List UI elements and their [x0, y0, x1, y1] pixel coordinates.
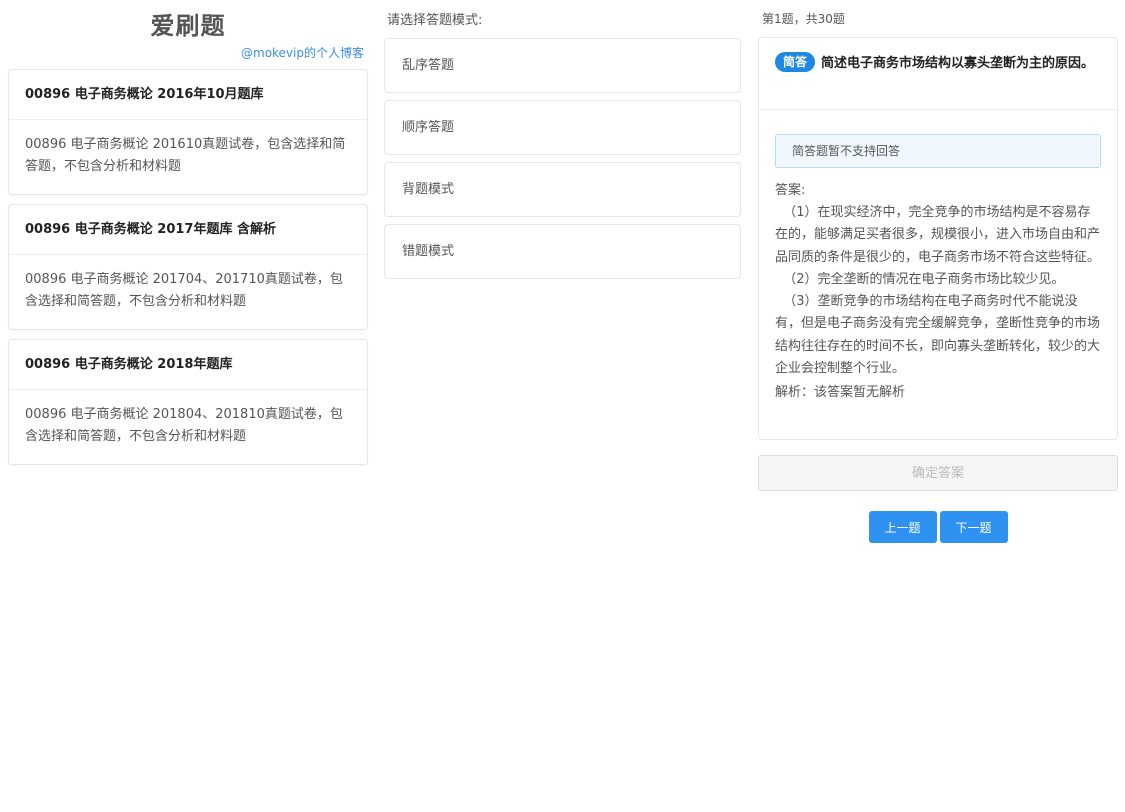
question-header: 简答 简述电子商务市场结构以寡头垄断为主的原因。 [759, 38, 1117, 110]
mode-prompt: 请选择答题模式: [387, 13, 483, 28]
question-card: 简答 简述电子商务市场结构以寡头垄断为主的原因。 简答题暂不支持回答 答案: （1… [758, 37, 1118, 440]
bank-column: 爱刷题 @mokevip的个人博客 00896 电子商务概论 2016年10月题… [8, 0, 368, 465]
question-stem: 简述电子商务市场结构以寡头垄断为主的原因。 [821, 56, 1095, 71]
app-root: 爱刷题 @mokevip的个人博客 00896 电子商务概论 2016年10月题… [0, 0, 1125, 812]
mode-column: 请选择答题模式: 乱序答题 顺序答题 背题模式 错题模式 [384, 0, 741, 279]
bank-card-title: 00896 电子商务概论 2016年10月题库 [9, 70, 367, 120]
bank-card-2018[interactable]: 00896 电子商务概论 2018年题库 00896 电子商务概论 201804… [8, 339, 368, 465]
unsupported-notice: 简答题暂不支持回答 [775, 134, 1101, 168]
question-progress: 第1题，共30题 [762, 12, 845, 26]
bank-card-2016[interactable]: 00896 电子商务概论 2016年10月题库 00896 电子商务概论 201… [8, 69, 368, 195]
analysis-text: 解析：该答案暂无解析 [775, 385, 906, 401]
mode-review[interactable]: 背题模式 [384, 162, 741, 217]
mode-random[interactable]: 乱序答题 [384, 38, 741, 93]
prev-question-button[interactable]: 上一题 [868, 511, 937, 543]
blog-link[interactable]: @mokevip的个人博客 [8, 45, 368, 61]
confirm-answer-button[interactable]: 确定答案 [758, 455, 1118, 491]
question-column: 第1题，共30题 简答 简述电子商务市场结构以寡头垄断为主的原因。 简答题暂不支持… [758, 0, 1118, 543]
bank-card-title: 00896 电子商务概论 2017年题库 含解析 [9, 205, 367, 255]
question-body: 简答题暂不支持回答 答案: （1）在现实经济中，完全竞争的市场结构是不容易存在的… [759, 110, 1117, 416]
question-navigation: 上一题 下一题 [758, 511, 1118, 543]
bank-card-description: 00896 电子商务概论 201610真题试卷，包含选择和简答题，不包含分析和材… [25, 137, 346, 174]
mode-mistakes[interactable]: 错题模式 [384, 224, 741, 279]
question-type-badge: 简答 [775, 52, 816, 72]
site-title: 爱刷题 [150, 12, 226, 40]
bank-card-2017[interactable]: 00896 电子商务概论 2017年题库 含解析 00896 电子商务概论 20… [8, 204, 368, 330]
next-question-button[interactable]: 下一题 [939, 511, 1008, 543]
bank-card-title: 00896 电子商务概论 2018年题库 [9, 340, 367, 390]
mode-sequential[interactable]: 顺序答题 [384, 100, 741, 155]
bank-card-description: 00896 电子商务概论 201804、201810真题试卷，包含选择和简答题，… [25, 407, 343, 444]
bank-card-description: 00896 电子商务概论 201704、201710真题试卷，包含选择和简答题，… [25, 272, 343, 309]
answer-label: 答案: [775, 183, 806, 198]
answer-text: （1）在现实经济中，完全竞争的市场结构是不容易存在的，能够满足买者很多，规模很小… [775, 205, 1101, 377]
